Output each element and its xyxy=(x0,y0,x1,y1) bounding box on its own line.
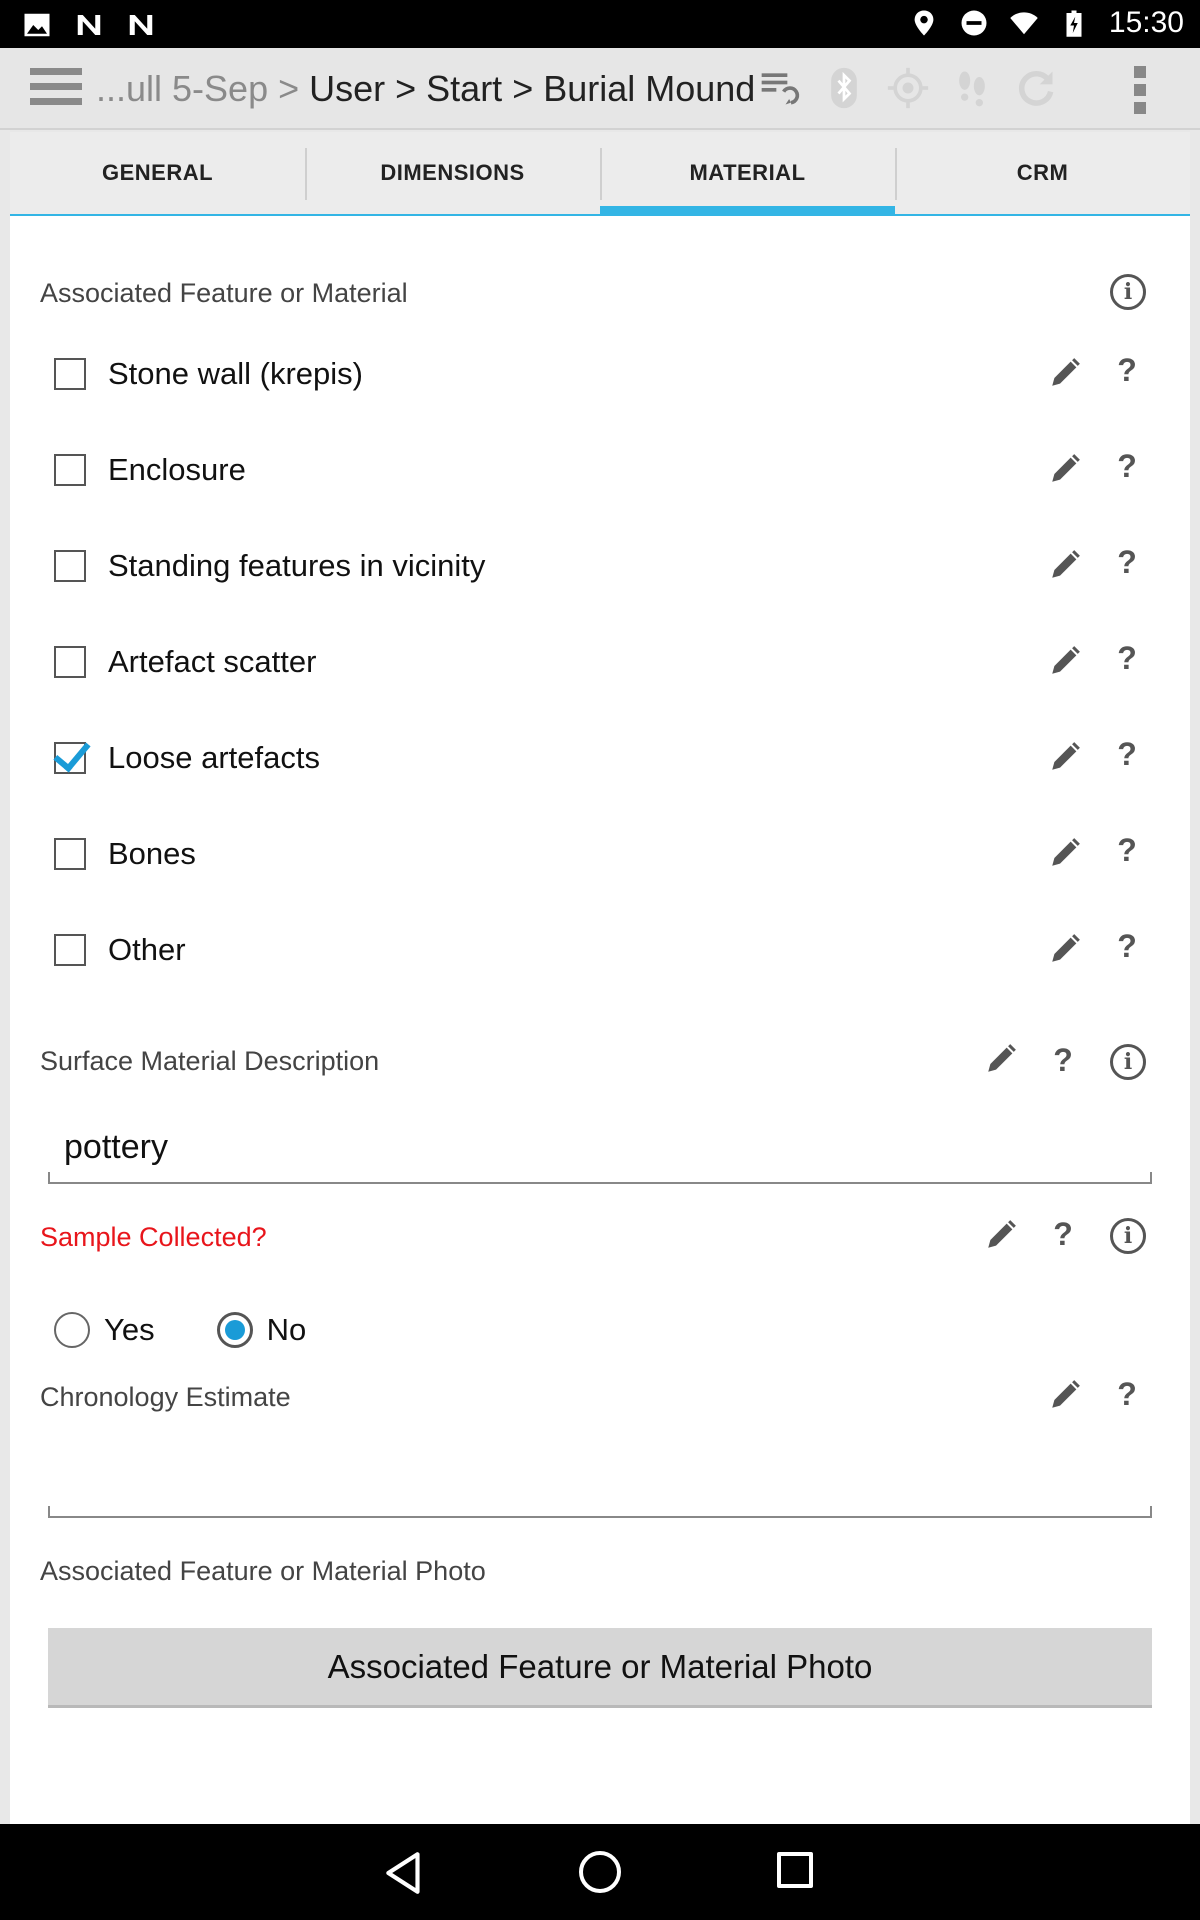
location-icon xyxy=(914,10,934,36)
info-icon[interactable]: i xyxy=(1110,274,1146,310)
info-icon[interactable]: i xyxy=(1110,1044,1146,1080)
pencil-icon[interactable] xyxy=(984,1218,1018,1252)
associated-option-row[interactable]: Artefact scatter xyxy=(54,632,1154,692)
chronology-input[interactable] xyxy=(48,1454,1152,1518)
overflow-menu-icon[interactable] xyxy=(1134,66,1150,116)
associated-option-label[interactable]: Other xyxy=(108,932,186,968)
action-bar: ...ull 5-Sep > User > Start > Burial Mou… xyxy=(0,48,1200,130)
help-icon[interactable]: ? xyxy=(1115,1376,1139,1413)
n-app-icon xyxy=(129,15,153,35)
help-icon[interactable]: ? xyxy=(1115,448,1139,485)
bluetooth-icon[interactable] xyxy=(822,66,866,110)
radio-yes[interactable] xyxy=(54,1312,90,1348)
checkbox[interactable] xyxy=(54,838,86,870)
checkbox[interactable] xyxy=(54,646,86,678)
form-content: Associated Feature or Material i Stone w… xyxy=(10,216,1190,1824)
radio-yes-label[interactable]: Yes xyxy=(104,1312,155,1348)
associated-option-row[interactable]: Other xyxy=(54,920,1154,980)
do-not-disturb-icon xyxy=(961,10,987,36)
photo-button[interactable]: Associated Feature or Material Photo xyxy=(48,1628,1152,1708)
refresh-icon[interactable] xyxy=(1014,66,1058,110)
sync-list-icon[interactable] xyxy=(758,66,802,110)
help-icon[interactable]: ? xyxy=(1115,352,1139,389)
sample-collected-radio-group: Yes No xyxy=(54,1300,368,1360)
associated-option-row[interactable]: Bones xyxy=(54,824,1154,884)
breadcrumb[interactable]: ...ull 5-Sep > User > Start > Burial Mou… xyxy=(96,68,755,110)
pencil-icon[interactable] xyxy=(1048,932,1082,966)
pencil-icon[interactable] xyxy=(1048,1378,1082,1412)
menu-icon[interactable] xyxy=(30,68,82,110)
associated-option-row[interactable]: Standing features in vicinity xyxy=(54,536,1154,596)
tab-dimensions[interactable]: DIMENSIONS xyxy=(305,132,600,214)
wifi-icon xyxy=(1010,12,1038,35)
associated-option-label[interactable]: Stone wall (krepis) xyxy=(108,356,363,392)
associated-option-label[interactable]: Standing features in vicinity xyxy=(108,548,485,584)
associated-option-label[interactable]: Enclosure xyxy=(108,452,246,488)
n-app-icon xyxy=(77,15,101,35)
sample-collected-label: Sample Collected? xyxy=(40,1222,267,1252)
help-icon[interactable]: ? xyxy=(1115,832,1139,869)
gps-icon[interactable] xyxy=(886,66,930,110)
help-icon[interactable]: ? xyxy=(1115,736,1139,773)
checkbox-checked[interactable] xyxy=(54,742,86,774)
help-icon[interactable]: ? xyxy=(1051,1042,1075,1079)
footprints-icon[interactable] xyxy=(950,66,994,110)
help-icon[interactable]: ? xyxy=(1115,928,1139,965)
info-icon[interactable]: i xyxy=(1110,1218,1146,1254)
associated-option-row[interactable]: Loose artefacts xyxy=(54,728,1154,788)
pencil-icon[interactable] xyxy=(1048,452,1082,486)
associated-option-row[interactable]: Stone wall (krepis) xyxy=(54,344,1154,404)
associated-feature-label: Associated Feature or Material xyxy=(40,278,408,308)
surface-material-value: pottery xyxy=(64,1128,168,1166)
radio-no[interactable] xyxy=(216,1312,253,1348)
recent-apps-icon[interactable] xyxy=(777,1852,813,1888)
breadcrumb-parent: ...ull 5-Sep > xyxy=(96,68,310,109)
associated-option-row[interactable]: Enclosure xyxy=(54,440,1154,500)
pencil-icon[interactable] xyxy=(1048,836,1082,870)
radio-no-label[interactable]: No xyxy=(267,1312,307,1348)
checkbox[interactable] xyxy=(54,934,86,966)
battery-charging-icon xyxy=(1066,10,1082,37)
navigation-bar xyxy=(0,1824,1200,1920)
pencil-icon[interactable] xyxy=(984,1042,1018,1076)
help-icon[interactable]: ? xyxy=(1115,640,1139,677)
checkbox[interactable] xyxy=(54,550,86,582)
chronology-label: Chronology Estimate xyxy=(40,1382,291,1412)
surface-material-label: Surface Material Description xyxy=(40,1046,380,1076)
help-icon[interactable]: ? xyxy=(1051,1216,1075,1253)
tab-bar: GENERAL DIMENSIONS MATERIAL CRM xyxy=(10,132,1190,216)
associated-option-label[interactable]: Bones xyxy=(108,836,196,872)
tab-crm[interactable]: CRM xyxy=(895,132,1190,214)
back-icon[interactable] xyxy=(380,1848,430,1898)
pencil-icon[interactable] xyxy=(1048,644,1082,678)
pencil-icon[interactable] xyxy=(1048,548,1082,582)
tab-general[interactable]: GENERAL xyxy=(10,132,305,214)
status-bar: 15:30 xyxy=(0,0,1200,48)
help-icon[interactable]: ? xyxy=(1115,544,1139,581)
tab-material[interactable]: MATERIAL xyxy=(600,132,895,216)
pencil-icon[interactable] xyxy=(1048,740,1082,774)
associated-option-label[interactable]: Artefact scatter xyxy=(108,644,316,680)
photo-label: Associated Feature or Material Photo xyxy=(40,1556,486,1586)
checkbox[interactable] xyxy=(54,358,86,390)
associated-option-label[interactable]: Loose artefacts xyxy=(108,740,320,776)
pencil-icon[interactable] xyxy=(1048,356,1082,390)
clock: 15:30 xyxy=(1108,6,1184,39)
breadcrumb-current: User > Start > Burial Mound xyxy=(309,68,756,109)
checkbox[interactable] xyxy=(54,454,86,486)
surface-material-input[interactable]: pottery xyxy=(48,1120,1152,1184)
home-icon[interactable] xyxy=(579,1851,621,1893)
image-icon xyxy=(24,13,50,37)
